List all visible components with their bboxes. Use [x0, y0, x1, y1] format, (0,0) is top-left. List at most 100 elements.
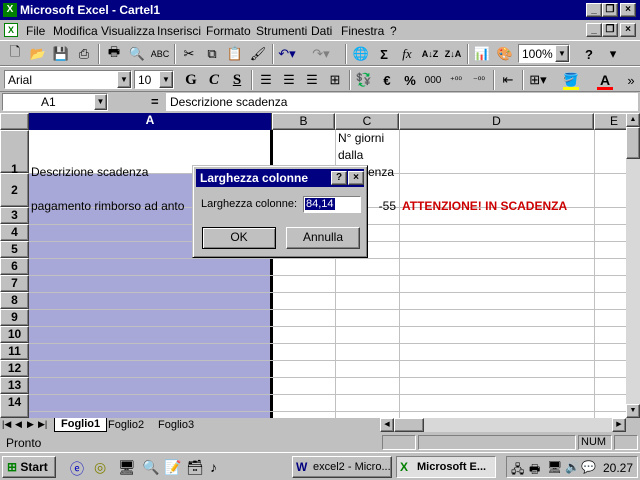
task-microsoft-excel[interactable]: X Microsoft E... — [396, 456, 496, 478]
menu-strumenti[interactable]: Strumenti — [256, 24, 307, 38]
chevron-down-icon[interactable]: ▼ — [555, 45, 569, 62]
tools-icon[interactable]: 🗃 — [186, 459, 204, 476]
decrease-decimal-icon[interactable]: ⁻⁰⁰ — [468, 70, 490, 90]
chevron-down-icon[interactable]: ▼ — [94, 94, 107, 110]
row-header-9[interactable]: 9 — [0, 309, 29, 326]
redo-icon[interactable]: ↷▾ — [310, 44, 332, 64]
more-buttons-icon[interactable]: ▾ — [602, 44, 624, 64]
cell-c1-line3[interactable]: enza — [368, 165, 398, 179]
row-header-6[interactable]: 6 — [0, 258, 29, 275]
open-folder-icon[interactable]: 📂 — [27, 44, 49, 64]
minimize-button[interactable]: _ — [586, 3, 602, 17]
row-header-2[interactable]: 2 — [0, 173, 29, 207]
clock[interactable]: 20.27 — [603, 461, 633, 475]
column-header-a[interactable]: A — [29, 113, 272, 130]
merge-center-icon[interactable]: ⊞ — [324, 70, 346, 90]
chart-wizard-icon[interactable]: 📊 — [471, 44, 493, 64]
prev-sheet-icon[interactable]: ◀ — [15, 419, 22, 430]
autosum-icon[interactable]: Σ — [373, 44, 395, 64]
row-header-12[interactable]: 12 — [0, 360, 29, 377]
print-icon[interactable]: 🖶 — [103, 44, 125, 64]
spreadsheet-grid[interactable]: A B C D E 1 2 3 4 5 6 7 8 9 10 11 12 13 … — [0, 113, 626, 418]
row-header-4[interactable]: 4 — [0, 224, 29, 241]
workbook-icon[interactable]: X — [4, 23, 18, 37]
chat-tray-icon[interactable]: 💬 — [581, 460, 596, 474]
scroll-right-button[interactable]: ▶ — [612, 418, 626, 432]
cut-icon[interactable]: ✂ — [178, 44, 200, 64]
start-button[interactable]: ⊞ Start — [2, 456, 56, 478]
column-header-c[interactable]: C — [335, 113, 399, 130]
row-header-3[interactable]: 3 — [0, 207, 29, 224]
scroll-down-button[interactable]: ▼ — [626, 404, 640, 418]
undo-icon[interactable]: ↶▾ — [276, 44, 298, 64]
sort-descending-icon[interactable]: Z↓A — [442, 44, 464, 64]
indent-icon[interactable]: ⇤ — [497, 70, 519, 90]
tab-foglio1[interactable]: Foglio1 — [54, 418, 108, 432]
tab-foglio3[interactable]: Foglio3 — [158, 419, 194, 431]
column-header-e[interactable]: E — [594, 113, 626, 130]
last-sheet-icon[interactable]: ▶| — [38, 419, 47, 430]
menu-formato[interactable]: Formato — [206, 24, 251, 38]
doc-restore-button[interactable]: ❐ — [602, 23, 618, 37]
close-button[interactable]: × — [620, 3, 636, 17]
euro-button[interactable]: € — [376, 70, 398, 90]
format-painter-icon[interactable]: 🖌 — [247, 44, 269, 64]
align-center-icon[interactable]: ☰ — [278, 70, 300, 90]
monitor-tray-icon[interactable]: 🖥 — [547, 460, 562, 474]
align-left-icon[interactable]: ☰ — [255, 70, 277, 90]
next-sheet-icon[interactable]: ▶ — [27, 419, 34, 430]
euro-style-icon[interactable]: 💱 — [353, 70, 375, 90]
network-icon[interactable]: 🖧 — [511, 460, 524, 480]
column-header-d[interactable]: D — [399, 113, 594, 130]
find-icon[interactable]: 🔍 — [142, 459, 159, 476]
cell-c1-line2[interactable]: dalla — [338, 148, 398, 162]
zoom-select[interactable]: 100% ▼ — [518, 44, 570, 63]
formula-input[interactable]: Descrizione scadenza — [166, 93, 638, 111]
excel-app-icon[interactable]: X — [3, 3, 17, 17]
doc-close-button[interactable]: × — [620, 23, 636, 37]
align-right-icon[interactable]: ☰ — [301, 70, 323, 90]
help-icon[interactable]: ? — [578, 44, 600, 64]
function-icon[interactable]: fx — [396, 44, 418, 64]
save-icon[interactable]: 💾 — [50, 44, 72, 64]
row-header-13[interactable]: 13 — [0, 377, 29, 394]
font-size-select[interactable]: 10 ▼ — [134, 70, 174, 89]
ie-icon[interactable]: ⓔ — [70, 459, 84, 479]
preview-icon[interactable]: 🔍 — [126, 44, 148, 64]
increase-decimal-icon[interactable]: ⁺⁰⁰ — [445, 70, 467, 90]
cell-c1-line1[interactable]: N° giorni — [338, 131, 398, 145]
menu-modifica[interactable]: Modifica — [53, 24, 98, 38]
printer-tray-icon[interactable]: 🖶 — [529, 460, 540, 480]
column-width-input[interactable]: 84,14 — [303, 196, 361, 213]
row-header-5[interactable]: 5 — [0, 241, 29, 258]
drawing-icon[interactable]: 🎨 — [494, 44, 516, 64]
task-excel2[interactable]: W excel2 - Micro... — [292, 456, 392, 478]
tab-foglio2[interactable]: Foglio2 — [108, 419, 144, 431]
spellcheck-icon[interactable]: ABC — [149, 44, 171, 64]
select-all-corner[interactable] — [0, 113, 29, 130]
row-header-10[interactable]: 10 — [0, 326, 29, 343]
cell-d2[interactable]: ATTENZIONE! IN SCADENZA — [402, 199, 602, 213]
scroll-left-button[interactable]: ◀ — [380, 418, 394, 432]
menu-dati[interactable]: Dati — [311, 24, 332, 38]
sound-icon[interactable]: ♪ — [210, 459, 217, 475]
menu-finestra[interactable]: Finestra — [341, 24, 384, 38]
italic-button[interactable]: C — [203, 70, 225, 90]
chevron-down-icon[interactable]: ▼ — [117, 71, 131, 88]
name-box[interactable]: A1 ▼ — [2, 93, 108, 111]
hyperlink-icon[interactable]: 🌐 — [350, 44, 372, 64]
ok-button[interactable]: OK — [202, 227, 276, 249]
menu-file[interactable]: File — [26, 24, 45, 38]
percent-button[interactable]: % — [399, 70, 421, 90]
horizontal-scrollbar[interactable]: ◀ ▶ — [380, 418, 626, 432]
menu-inserisci[interactable]: Inserisci — [157, 24, 201, 38]
menu-visualizza[interactable]: Visualizza — [101, 24, 155, 38]
volume-icon[interactable]: 🔊 — [565, 460, 580, 474]
thousands-button[interactable]: 000 — [422, 70, 444, 90]
row-header-7[interactable]: 7 — [0, 275, 29, 292]
paste-icon[interactable]: 📋 — [224, 44, 246, 64]
more-buttons-icon[interactable]: » — [620, 70, 640, 90]
underline-button[interactable]: S — [226, 70, 248, 90]
row-header-11[interactable]: 11 — [0, 343, 29, 360]
borders-icon[interactable]: ⊞▾ — [527, 70, 549, 90]
